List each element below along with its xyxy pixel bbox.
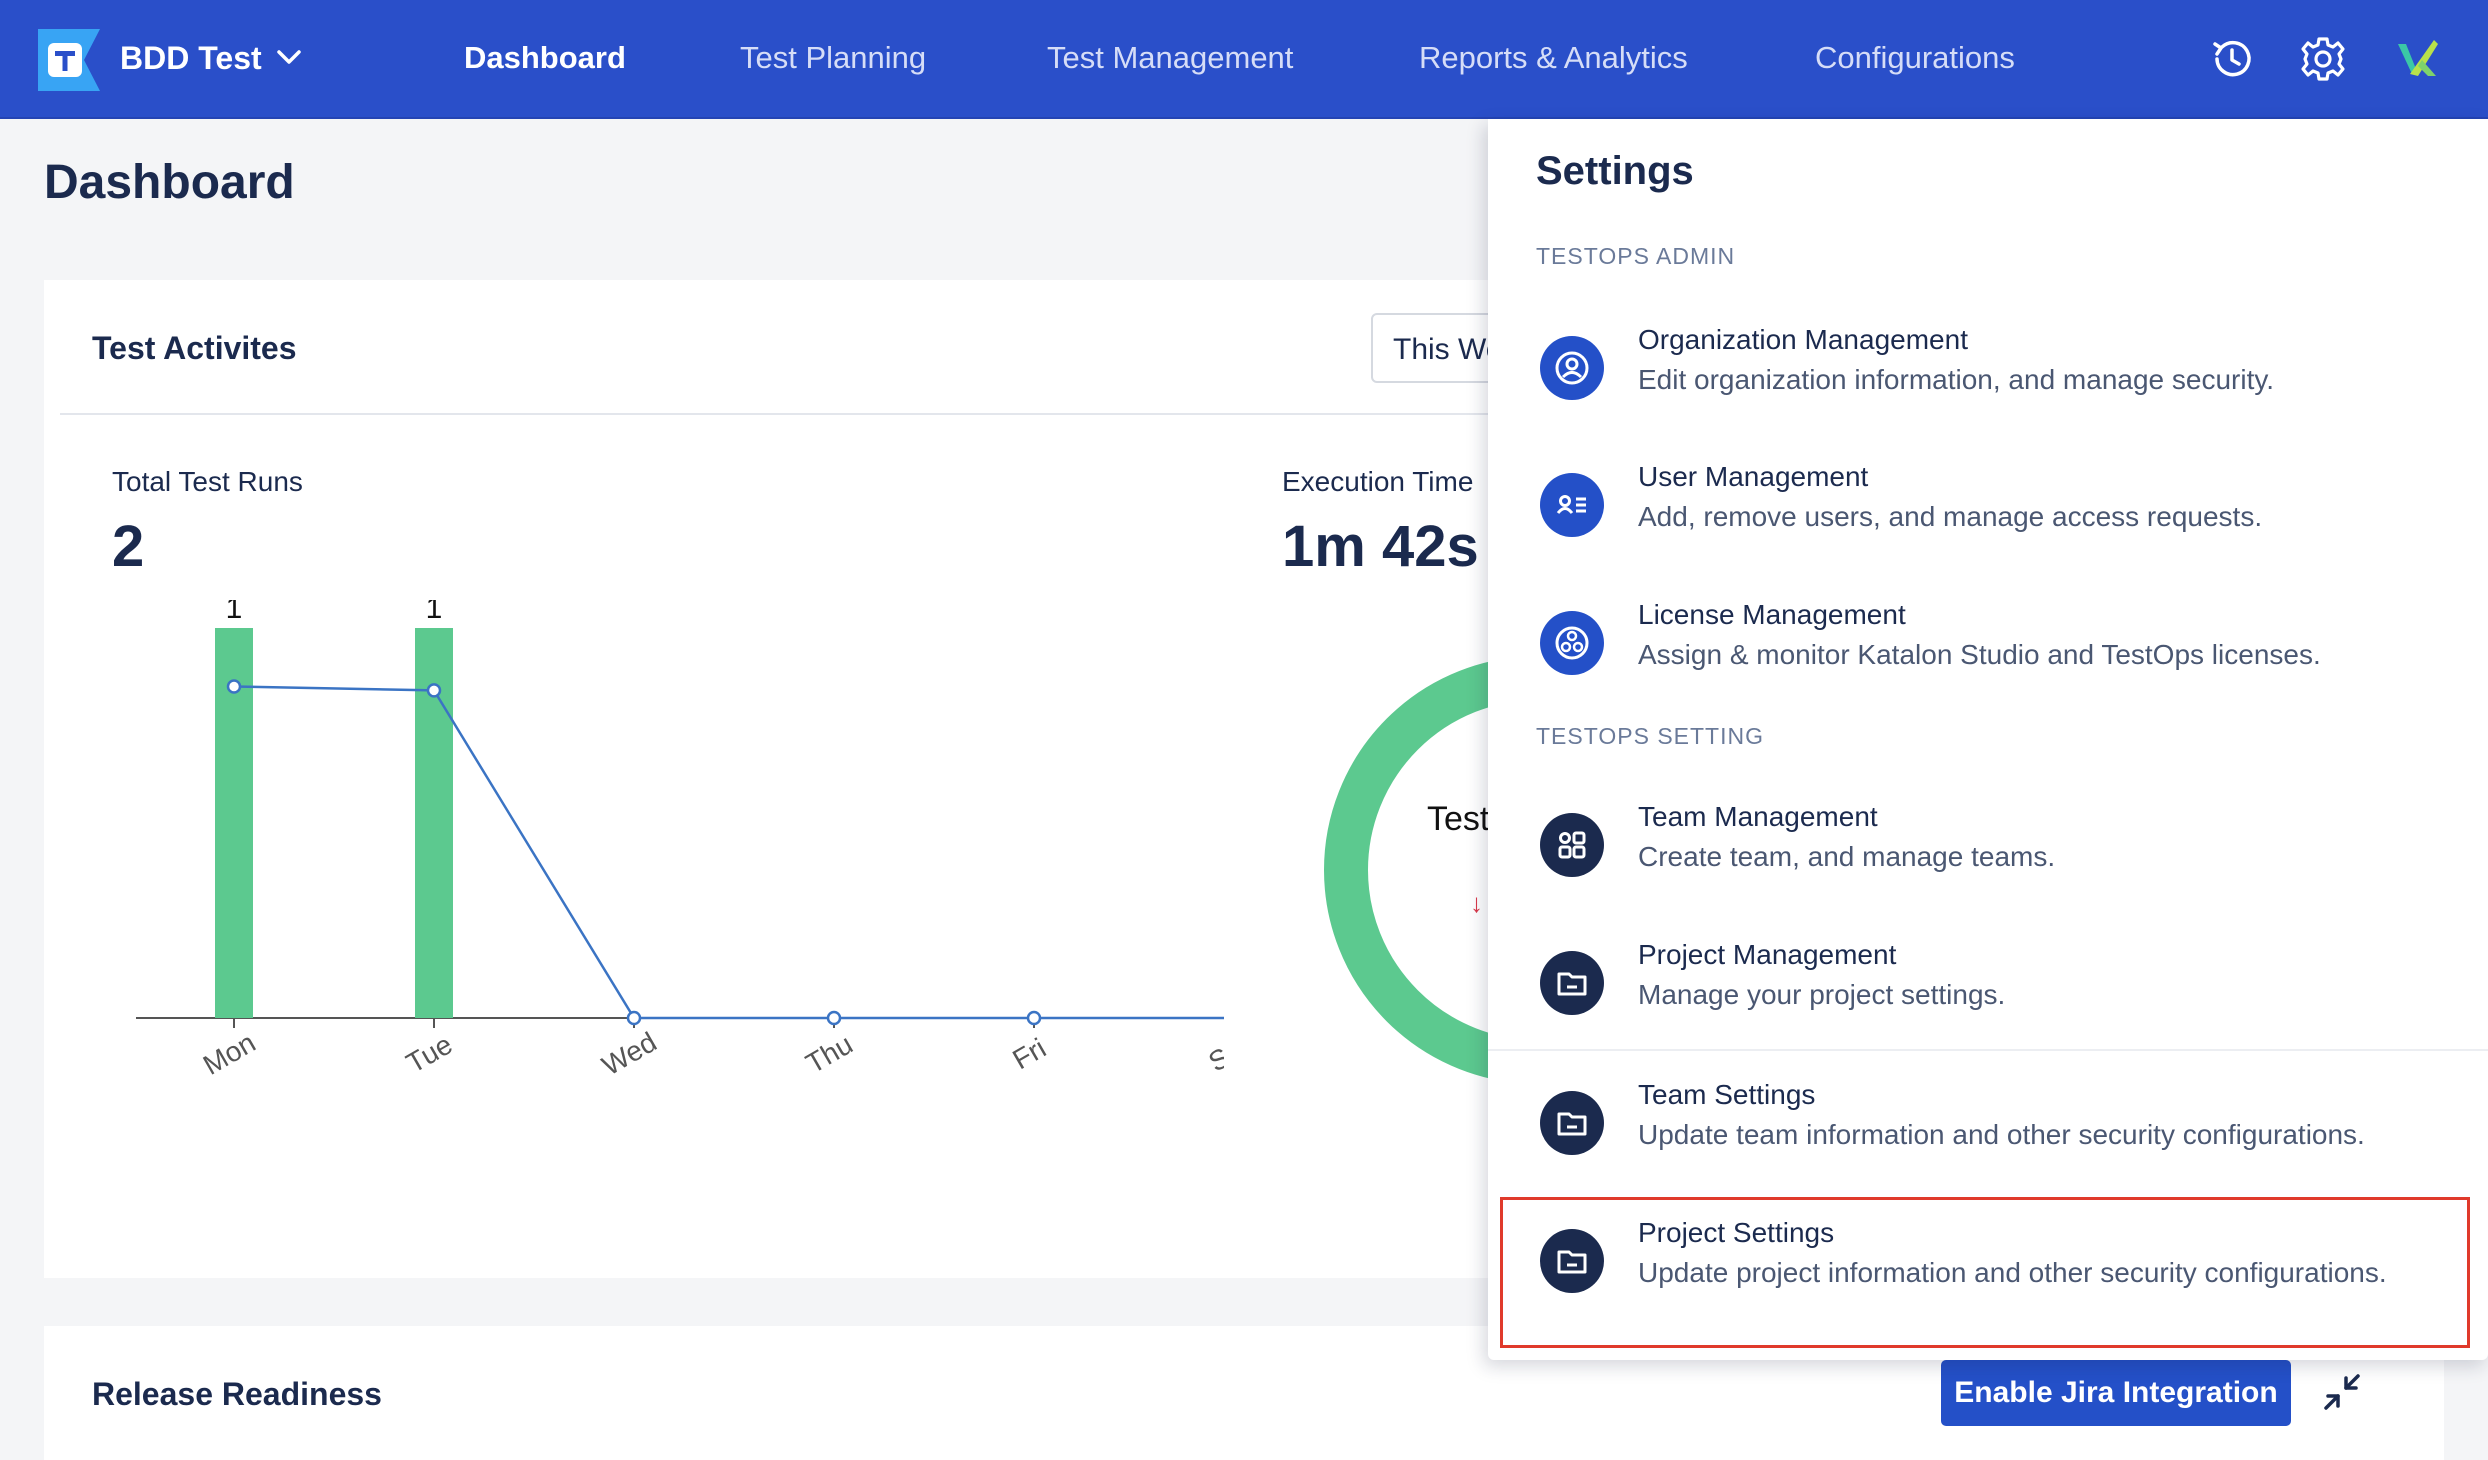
gear-icon[interactable]	[2298, 34, 2348, 84]
user-card-icon	[1540, 473, 1604, 537]
settings-title: Settings	[1536, 149, 1694, 193]
menu-item-description: Manage your project settings.	[1638, 979, 2006, 1010]
team-grid-icon	[1540, 813, 1604, 877]
history-icon[interactable]	[2207, 34, 2257, 84]
menu-item-description: Update team information and other securi…	[1638, 1119, 2365, 1150]
highlight-box	[1500, 1197, 2470, 1348]
collapse-icon[interactable]	[2322, 1372, 2362, 1412]
line-point	[626, 1010, 642, 1026]
x-tick-label: Sat	[1203, 1030, 1224, 1078]
menu-divider	[1488, 1049, 2488, 1051]
license-icon	[1540, 611, 1604, 675]
folder-icon	[1540, 1091, 1604, 1155]
page-title: Dashboard	[44, 156, 295, 209]
menu-item-title: License Management	[1638, 599, 1906, 630]
trend-down-icon: ↓	[1470, 888, 1483, 918]
nav-reports-analytics[interactable]: Reports & Analytics	[1419, 40, 1688, 76]
x-tick-label: Tue	[401, 1029, 457, 1079]
menu-item-team-management[interactable]: Team Management Create team, and manage …	[1488, 785, 2488, 915]
enable-jira-integration-button[interactable]: Enable Jira Integration	[1941, 1360, 2291, 1426]
total-runs-label: Total Test Runs	[112, 466, 303, 497]
folder-icon	[1540, 951, 1604, 1015]
release-readiness-title: Release Readiness	[92, 1376, 382, 1412]
user-circle-icon	[1540, 336, 1604, 400]
line-point	[426, 683, 442, 698]
donut-center-label: Test	[1427, 800, 1490, 838]
menu-item-title: Team Management	[1638, 801, 1878, 832]
menu-item-title: Organization Management	[1638, 324, 1968, 355]
menu-item-description: Add, remove users, and manage access req…	[1638, 501, 2263, 532]
section-label-testops-admin: TESTOPS ADMIN	[1536, 243, 1736, 269]
card-divider	[60, 413, 1494, 415]
execution-time-label: Execution Time	[1282, 466, 1474, 497]
menu-item-user-management[interactable]: User Management Add, remove users, and m…	[1488, 445, 2488, 575]
bar-data-label: 1	[226, 600, 243, 625]
menu-item-description: Assign & monitor Katalon Studio and Test…	[1638, 639, 2321, 670]
line-point	[826, 1010, 842, 1026]
nav-test-planning[interactable]: Test Planning	[740, 40, 926, 76]
x-tick-label: Fri	[1007, 1032, 1051, 1075]
line-point	[226, 679, 242, 694]
chevron-down-icon[interactable]	[276, 48, 302, 66]
menu-item-organization-management[interactable]: Organization Management Edit organizatio…	[1488, 308, 2488, 438]
x-tick-label: Wed	[597, 1026, 662, 1081]
menu-item-license-management[interactable]: License Management Assign & monitor Kata…	[1488, 583, 2488, 713]
menu-item-project-management[interactable]: Project Management Manage your project s…	[1488, 923, 2488, 1053]
test-activities-title: Test Activites	[92, 330, 297, 366]
total-runs-value: 2	[112, 514, 145, 579]
top-nav-bar: BDD Test Dashboard Test Planning Test Ma…	[0, 0, 2488, 119]
test-runs-chart: 1Mon1TueWedThuFriSatSun	[136, 600, 1224, 1081]
menu-item-title: Project Management	[1638, 939, 1897, 970]
settings-dropdown: Settings TESTOPS ADMIN Organization Mana…	[1488, 119, 2488, 1360]
line-point	[1026, 1010, 1042, 1026]
nav-configurations[interactable]: Configurations	[1815, 40, 2015, 76]
project-selector[interactable]: BDD Test	[120, 40, 262, 77]
menu-item-description: Create team, and manage teams.	[1638, 841, 2056, 872]
section-label-testops-setting: TESTOPS SETTING	[1536, 723, 1764, 749]
x-tick-label: Thu	[801, 1028, 858, 1079]
menu-item-title: User Management	[1638, 461, 1869, 492]
menu-item-team-settings[interactable]: Team Settings Update team information an…	[1488, 1063, 2488, 1193]
x-tick-label: Mon	[198, 1027, 261, 1081]
testops-logo-icon[interactable]	[38, 29, 100, 91]
execution-time-value: 1m 42s	[1282, 514, 1479, 579]
katalon-logo-icon[interactable]	[2392, 34, 2442, 84]
bar-data-label: 1	[426, 600, 443, 625]
menu-item-title: Team Settings	[1638, 1079, 1816, 1110]
nav-dashboard[interactable]: Dashboard	[464, 40, 626, 76]
series-line	[233, 685, 1224, 1020]
menu-item-description: Edit organization information, and manag…	[1638, 364, 2275, 395]
test-activities-card: Test Activites This We Total Test Runs 2…	[44, 280, 1571, 1278]
nav-test-management[interactable]: Test Management	[1047, 40, 1293, 76]
